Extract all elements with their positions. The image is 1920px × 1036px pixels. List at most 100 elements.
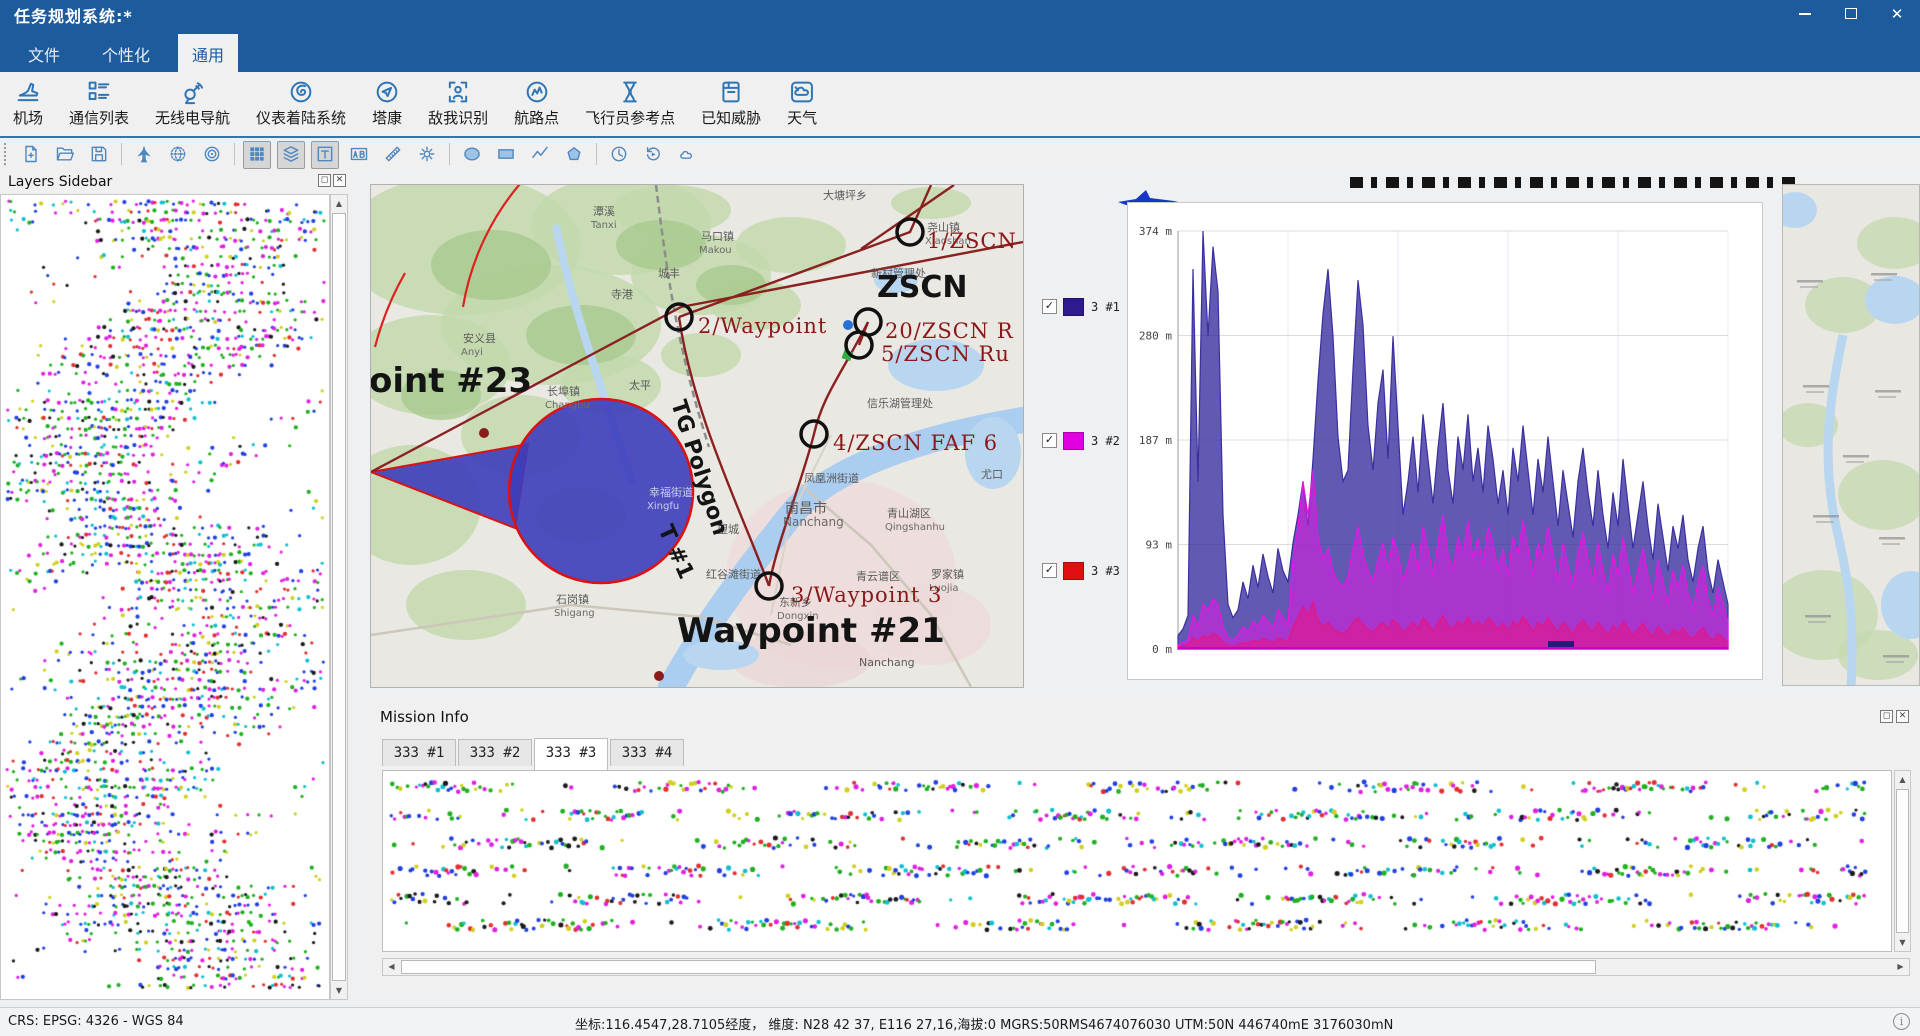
mission-vertical-scrollbar[interactable]: ▲ ▼ xyxy=(1894,770,1911,952)
tool-replay-button[interactable] xyxy=(639,141,667,169)
mission-close-button[interactable]: ✕ xyxy=(1896,710,1909,723)
tool-open-folder-button[interactable] xyxy=(51,141,79,169)
ribbon-item-airport[interactable]: 机场 xyxy=(0,72,56,128)
tool-text-t-button[interactable] xyxy=(311,141,339,169)
tool-clock-button[interactable] xyxy=(605,141,633,169)
menu-tab-2[interactable]: 个性化 xyxy=(88,34,164,76)
mission-tab-3[interactable]: 333 #3 xyxy=(534,738,608,770)
elevation-profile-panel: 374 m280 m187 m93 m0 m xyxy=(1127,202,1763,680)
menu-tab-1[interactable]: 文件 xyxy=(14,34,74,76)
waypoint-label[interactable]: 20/ZSCN R xyxy=(885,319,1014,343)
ribbon-item-radio-nav[interactable]: 无线电导航 xyxy=(142,72,243,128)
tool-jet-button[interactable] xyxy=(130,141,158,169)
pilot-ref-icon xyxy=(585,78,675,106)
tiny-label-mark xyxy=(1875,390,1901,393)
info-icon[interactable]: i xyxy=(1893,1013,1910,1030)
waypoint-label[interactable]: 1/ZSCN xyxy=(927,229,1017,253)
tool-target-button[interactable] xyxy=(198,141,226,169)
mission-tab-2[interactable]: 333 #2 xyxy=(458,739,532,766)
crs-status: CRS: EPSG: 4326 - WGS 84 xyxy=(8,1014,184,1029)
legend-row-3[interactable]: ✓3 #3 xyxy=(1042,560,1120,580)
ribbon-item-weather[interactable]: 天气 xyxy=(774,72,830,128)
mission-vscroll-thumb[interactable] xyxy=(1896,789,1909,933)
map-view[interactable]: 潭溪Tanxi马口镇Makou城丰寺港尧山镇Xiaoshan新村管理处大塘坪乡长… xyxy=(370,184,1024,688)
ils-icon xyxy=(256,78,346,106)
tool-rectangle-button[interactable] xyxy=(492,141,520,169)
tool-polyline-button[interactable] xyxy=(526,141,554,169)
map-place-label: 长埠镇 xyxy=(547,384,580,398)
ribbon-item-comm-list[interactable]: 通信列表 xyxy=(56,72,142,128)
tool-gear-button[interactable] xyxy=(413,141,441,169)
ribbon-item-label: 仪表着陆系统 xyxy=(256,107,346,128)
scroll-down-arrow[interactable]: ▼ xyxy=(331,982,347,999)
tool-grid-button[interactable] xyxy=(243,141,271,169)
series-checkbox[interactable]: ✓ xyxy=(1042,433,1057,448)
minimize-button[interactable] xyxy=(1782,0,1828,28)
map-place-label: 信乐湖管理处 xyxy=(867,396,933,410)
ribbon-item-ils[interactable]: 仪表着陆系统 xyxy=(243,72,359,128)
legend-row-1[interactable]: ✓3 #1 xyxy=(1042,296,1120,316)
mission-tab-1[interactable]: 333 #1 xyxy=(382,739,456,766)
restore-button[interactable] xyxy=(1828,0,1874,28)
ribbon-item-label: 敌我识别 xyxy=(428,107,488,128)
tool-label-ab-button[interactable] xyxy=(345,141,373,169)
series-color-swatch xyxy=(1063,432,1084,450)
map-canvas[interactable]: 潭溪Tanxi马口镇Makou城丰寺港尧山镇Xiaoshan新村管理处大塘坪乡长… xyxy=(371,185,1023,687)
overview-map-canvas[interactable] xyxy=(1783,185,1920,686)
status-bar: CRS: EPSG: 4326 - WGS 84 坐标:116.4547,28.… xyxy=(0,1007,1920,1036)
series-checkbox[interactable]: ✓ xyxy=(1042,299,1057,314)
layers-tree-content[interactable] xyxy=(1,195,329,999)
waypoint-label[interactable]: 5/ZSCN Ru xyxy=(881,342,1010,366)
forest-area xyxy=(616,220,706,270)
toolbar-separator xyxy=(449,143,450,165)
mission-table-content[interactable] xyxy=(383,771,1873,951)
tool-ellipse-button[interactable] xyxy=(458,141,486,169)
map-place-label: 马口镇 xyxy=(701,229,734,243)
ribbon-item-iff[interactable]: 敌我识别 xyxy=(415,72,501,128)
tool-polygon-button[interactable] xyxy=(560,141,588,169)
sidebar-scroll-thumb[interactable] xyxy=(332,213,346,981)
minimize-icon xyxy=(1799,13,1811,15)
series-checkbox[interactable]: ✓ xyxy=(1042,563,1057,578)
scroll-up-arrow[interactable]: ▲ xyxy=(1895,771,1910,788)
waypoint-label[interactable]: 4/ZSCN FAF 6 xyxy=(833,431,998,455)
layers-tree[interactable] xyxy=(0,194,330,1000)
mission-table[interactable] xyxy=(382,770,1892,952)
tiny-label-mark xyxy=(1806,391,1824,393)
ribbon-item-pilot-ref[interactable]: 飞行员参考点 xyxy=(572,72,688,128)
forest-area xyxy=(661,333,741,377)
toolbar-drag-handle[interactable] xyxy=(4,143,10,165)
ribbon-item-tacan[interactable]: 塔康 xyxy=(359,72,415,128)
overview-map[interactable] xyxy=(1782,184,1920,686)
tool-cloud-button[interactable] xyxy=(673,141,701,169)
tool-globe-button[interactable] xyxy=(164,141,192,169)
mission-horizontal-scrollbar[interactable]: ◀ ▶ xyxy=(382,958,1910,976)
series-color-swatch xyxy=(1063,298,1084,316)
tool-save-button[interactable] xyxy=(85,141,113,169)
elevation-chart: 374 m280 m187 m93 m0 m xyxy=(1128,203,1762,679)
scroll-up-arrow[interactable]: ▲ xyxy=(331,195,347,212)
mission-planning-app: { "window": { "title": "任务规划系统:*" }, "me… xyxy=(0,0,1920,1035)
scroll-right-arrow[interactable]: ▶ xyxy=(1892,959,1909,975)
legend-row-2[interactable]: ✓3 #2 xyxy=(1042,430,1120,450)
sidebar-vertical-scrollbar[interactable]: ▲ ▼ xyxy=(330,194,348,1000)
tool-layers-button[interactable] xyxy=(277,141,305,169)
sidebar-close-button[interactable]: ✕ xyxy=(333,174,346,187)
ribbon-item-waypoints[interactable]: 航路点 xyxy=(501,72,572,128)
mission-float-button[interactable]: ◻ xyxy=(1880,710,1893,723)
map-place-label: Qingshanhu xyxy=(885,522,945,533)
mission-tab-4[interactable]: 333 #4 xyxy=(610,739,684,766)
menu-tab-3[interactable]: 通用 xyxy=(178,34,238,72)
mission-tabs: 333 #1333 #2333 #3333 #4 xyxy=(382,738,686,770)
map-place-label: 太平 xyxy=(629,379,651,392)
sidebar-float-button[interactable]: ◻ xyxy=(318,174,331,187)
tool-ruler-button[interactable] xyxy=(379,141,407,169)
scroll-down-arrow[interactable]: ▼ xyxy=(1895,934,1910,951)
waypoint-label[interactable]: 3/Waypoint 3 xyxy=(791,583,942,607)
mission-hscroll-thumb[interactable] xyxy=(401,960,1596,974)
ribbon-item-threats[interactable]: 已知威胁 xyxy=(688,72,774,128)
close-button[interactable]: ✕ xyxy=(1874,0,1920,28)
tool-new-file-button[interactable] xyxy=(17,141,45,169)
scroll-left-arrow[interactable]: ◀ xyxy=(383,959,400,975)
waypoint-label[interactable]: 2/Waypoint xyxy=(698,314,827,338)
